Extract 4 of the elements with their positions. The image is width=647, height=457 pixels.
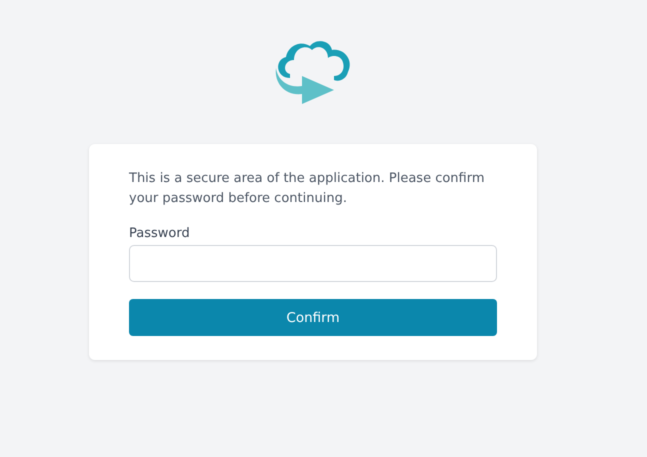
confirm-button[interactable]: Confirm [129,299,497,336]
instruction-text: This is a secure area of the application. Please confirm your password before continuing. [129,170,486,208]
password-field[interactable] [129,245,497,282]
password-label: Password [129,226,191,241]
